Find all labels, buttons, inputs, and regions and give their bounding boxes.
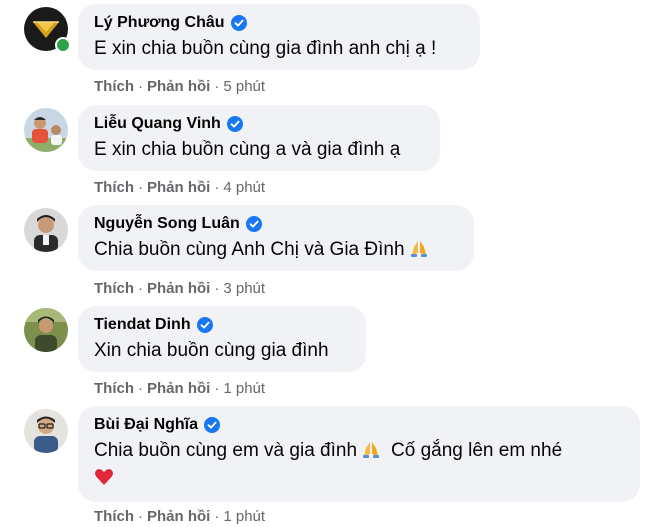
separator-dot: · — [138, 380, 143, 397]
like-link[interactable]: Thích — [94, 508, 134, 525]
comment-bubble: Tiendat Dinh Xin chia buồn cùng gia đình — [78, 306, 366, 372]
reply-link[interactable]: Phản hồi — [147, 179, 210, 196]
like-link[interactable]: Thích — [94, 78, 134, 95]
folded-hands-emoji — [410, 241, 427, 257]
man-portrait-photo-icon — [24, 208, 68, 252]
reply-link[interactable]: Phản hồi — [147, 380, 210, 397]
verified-badge-icon — [196, 317, 213, 333]
separator-dot: · — [214, 380, 220, 397]
outdoor-portrait-photo-icon — [24, 308, 68, 352]
separator-dot: · — [138, 280, 143, 297]
like-link[interactable]: Thích — [94, 380, 134, 397]
like-link[interactable]: Thích — [94, 280, 134, 297]
verified-badge-icon — [226, 116, 243, 132]
comment-timestamp[interactable]: 1 phút — [223, 508, 265, 525]
comment-text-continued: Cố gắng lên em nhé — [391, 440, 563, 461]
online-status-dot — [55, 37, 71, 53]
comment-text-line: Chia buồn cùng Anh Chị và Gia Đình — [94, 237, 458, 263]
comment-text: Chia buồn cùng Anh Chị và Gia Đình — [94, 239, 405, 260]
like-link[interactable]: Thích — [94, 179, 134, 196]
verified-badge-icon — [204, 417, 221, 433]
comment-author[interactable]: Lý Phương Châu — [94, 14, 225, 32]
avatar[interactable] — [24, 409, 68, 453]
football-player-photo-icon — [24, 108, 68, 152]
reply-link[interactable]: Phản hồi — [147, 508, 210, 525]
comment-actions: Thích · Phản hồi · 1 phút — [94, 508, 265, 525]
separator-dot: · — [138, 508, 143, 525]
red-heart-emoji — [95, 469, 113, 485]
comment-text-line: Chia buồn cùng em và gia đình Cố gắng lên… — [94, 438, 624, 464]
separator-dot: · — [214, 78, 220, 95]
comment-bubble: Nguyễn Song Luân Chia buồn cùng Anh Chị … — [78, 205, 474, 271]
avatar[interactable] — [24, 108, 68, 152]
comment-author[interactable]: Bùi Đại Nghĩa — [94, 416, 198, 434]
separator-dot: · — [214, 280, 220, 297]
comment-author[interactable]: Nguyễn Song Luân — [94, 215, 240, 233]
reply-link[interactable]: Phản hồi — [147, 78, 210, 95]
comment-bubble: Bùi Đại Nghĩa Chia buồn cùng em và gia đ… — [78, 406, 640, 502]
separator-dot: · — [138, 78, 143, 95]
comment-text-line — [94, 466, 624, 492]
comment-timestamp[interactable]: 4 phút — [223, 179, 265, 196]
man-glasses-portrait-icon — [24, 409, 68, 453]
comment-timestamp[interactable]: 5 phút — [223, 78, 265, 95]
comment-actions: Thích · Phản hồi · 3 phút — [94, 280, 265, 297]
separator-dot: · — [138, 179, 143, 196]
comment-timestamp[interactable]: 3 phút — [223, 280, 265, 297]
comment-author[interactable]: Liễu Quang Vinh — [94, 115, 221, 133]
reply-link[interactable]: Phản hồi — [147, 280, 210, 297]
comment-text: E xin chia buồn cùng a và gia đình ạ — [94, 139, 401, 160]
folded-hands-emoji — [363, 442, 380, 458]
comment-actions: Thích · Phản hồi · 1 phút — [94, 380, 265, 397]
comment-bubble: Lý Phương Châu E xin chia buồn cùng gia … — [78, 4, 480, 70]
comment-actions: Thích · Phản hồi · 4 phút — [94, 179, 265, 196]
comment-bubble: Liễu Quang Vinh E xin chia buồn cùng a v… — [78, 105, 440, 171]
separator-dot: · — [214, 508, 220, 525]
comment-text: Chia buồn cùng em và gia đình — [94, 440, 358, 461]
avatar[interactable] — [24, 308, 68, 352]
verified-badge-icon — [245, 216, 262, 232]
comment-text: E xin chia buồn cùng gia đình anh chị ạ … — [94, 38, 437, 59]
comment-text: Xin chia buồn cùng gia đình — [94, 340, 329, 361]
verified-badge-icon — [230, 15, 247, 31]
avatar[interactable] — [24, 208, 68, 252]
comment-actions: Thích · Phản hồi · 5 phút — [94, 78, 265, 95]
comment-author[interactable]: Tiendat Dinh — [94, 316, 191, 334]
comment-timestamp[interactable]: 1 phút — [223, 380, 265, 397]
separator-dot: · — [214, 179, 220, 196]
